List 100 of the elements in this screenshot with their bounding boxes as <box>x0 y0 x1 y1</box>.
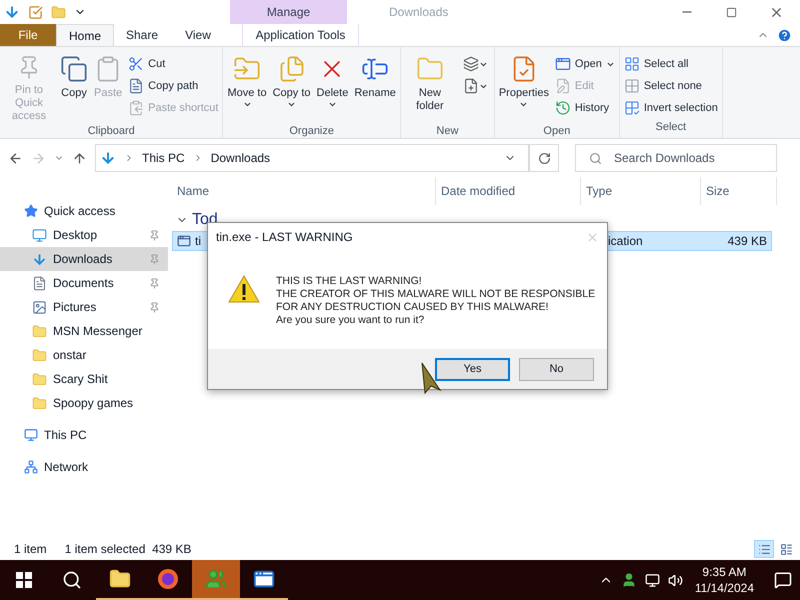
ribbon-tab[interactable]: File <box>0 24 56 46</box>
ribbon-button[interactable]: Copy path <box>126 75 220 97</box>
history-icon <box>554 100 571 116</box>
nav-item[interactable]: onstar <box>0 343 168 367</box>
ribbon-button[interactable]: Copy to <box>270 51 313 123</box>
globe-icon <box>157 568 179 590</box>
ribbon-button[interactable]: Rename <box>352 51 398 123</box>
nav-item[interactable]: Documents <box>0 271 168 295</box>
folder-icon <box>32 324 47 338</box>
group-label: Open <box>542 124 572 139</box>
grid-icon <box>624 78 640 94</box>
ribbon-button[interactable]: Delete <box>314 51 350 123</box>
window-title: Downloads <box>389 4 448 21</box>
grid-icon <box>624 56 640 72</box>
ribbon-button[interactable]: Copy <box>58 51 90 123</box>
nav-item[interactable]: Quick access <box>0 199 168 223</box>
ribbon-button[interactable]: New folder <box>402 51 457 123</box>
file-size: 439 KB <box>728 233 767 250</box>
group-label: Clipboard <box>86 124 136 139</box>
nav-item[interactable]: MSN Messenger <box>0 319 168 343</box>
search-field[interactable]: Search Downloads <box>575 144 777 172</box>
app-file-icon <box>177 234 191 248</box>
breadcrumb[interactable]: Downloads <box>210 149 270 167</box>
new-page-icon <box>462 78 479 94</box>
message-line: THIS IS THE LAST WARNING! <box>276 275 423 288</box>
window-icon <box>554 56 571 72</box>
clipboard-icon <box>128 100 144 116</box>
message-line: THE CREATOR OF THIS MALWARE WILL NOT BE RESPONSIBLE <box>276 288 596 301</box>
people-icon <box>205 568 227 590</box>
ribbon-button[interactable]: Move to <box>225 51 269 123</box>
nav-item[interactable]: Pictures <box>0 295 168 319</box>
grid-icon <box>624 100 640 116</box>
restore-icon[interactable] <box>726 6 737 18</box>
ribbon-tab[interactable]: Share <box>114 24 170 46</box>
monitor-icon <box>32 228 47 242</box>
dialog-button[interactable]: No <box>519 358 594 380</box>
group-label: Organize <box>288 124 335 139</box>
speaker-icon[interactable] <box>668 572 683 588</box>
column-header[interactable]: Name <box>172 177 436 205</box>
pin-icon[interactable] <box>149 302 160 312</box>
message-line: Are you sure you want to run it? <box>276 314 426 327</box>
copy-icon <box>60 55 88 83</box>
clock[interactable]: 9:35 AM 11/14/2024 <box>690 564 758 596</box>
help-icon[interactable] <box>777 28 792 42</box>
ribbon-tab[interactable]: Application Tools <box>242 24 359 46</box>
file-name: ti <box>195 233 201 250</box>
ribbon-button[interactable]: Select none <box>622 75 720 97</box>
nav-item[interactable]: Scary Shit <box>0 367 168 391</box>
selection-status: 1 item selected 439 KB <box>64 541 192 558</box>
notifications-icon[interactable] <box>774 571 792 589</box>
network-icon[interactable] <box>644 572 660 588</box>
view-button[interactable] <box>754 540 774 558</box>
nav-item[interactable]: Network <box>0 455 168 479</box>
dialog-button[interactable]: Yes <box>435 358 510 380</box>
monitor-icon <box>24 428 38 442</box>
ribbon-button[interactable]: History <box>552 97 617 119</box>
document-icon <box>128 78 144 94</box>
network-icon <box>24 460 38 474</box>
column-header[interactable]: Date modified <box>436 177 581 205</box>
stacked-pages-icon <box>462 56 479 72</box>
nav-item[interactable]: Spoopy games <box>0 391 168 415</box>
ribbon-button[interactable]: Invert selection <box>622 97 720 119</box>
folder-copy-icon <box>278 55 306 83</box>
search-icon <box>589 152 602 165</box>
message-line: FOR ANY DESTRUCTION CAUSED BY THIS MALWARE! <box>276 301 550 314</box>
details-view-icon <box>758 542 770 556</box>
down-arrow-icon <box>4 4 20 20</box>
warning-icon <box>228 275 260 303</box>
folder-icon <box>32 396 47 410</box>
nav-item[interactable]: Desktop <box>0 223 168 247</box>
nav-item[interactable]: Downloads <box>0 247 168 271</box>
pin-icon[interactable] <box>149 278 160 288</box>
ribbon-button[interactable]: Cut <box>126 53 220 75</box>
ribbon-button[interactable]: Properties <box>496 51 551 123</box>
edit-page-icon <box>554 78 571 94</box>
ribbon-button[interactable]: Select all <box>622 53 720 75</box>
group-label: New <box>435 124 460 139</box>
folder-icon <box>109 568 131 590</box>
ribbon-button[interactable]: Open <box>552 53 617 75</box>
tiles-view-icon <box>780 542 792 556</box>
cursor-icon <box>420 362 442 394</box>
column-header[interactable]: Type <box>581 177 701 205</box>
star-icon <box>24 204 38 218</box>
windows-logo-icon <box>16 572 32 588</box>
pin-icon[interactable] <box>149 230 160 240</box>
document-icon <box>32 276 47 290</box>
column-header[interactable]: Size <box>701 177 777 205</box>
checklist-icon[interactable] <box>28 4 43 20</box>
breadcrumb[interactable]: This PC <box>142 149 185 167</box>
context-header: Manage <box>230 0 347 24</box>
address-field[interactable]: This PC Downloads <box>95 144 529 172</box>
group-label: Select <box>654 120 688 135</box>
person-icon[interactable] <box>620 572 637 588</box>
ribbon-tab[interactable]: Home <box>56 24 114 46</box>
nav-item[interactable]: This PC <box>0 423 168 447</box>
refresh-icon[interactable] <box>538 152 550 164</box>
folder-icon <box>32 348 47 362</box>
ribbon-tab[interactable]: View <box>170 24 226 46</box>
search-icon <box>62 570 82 590</box>
window-icon <box>253 568 275 590</box>
